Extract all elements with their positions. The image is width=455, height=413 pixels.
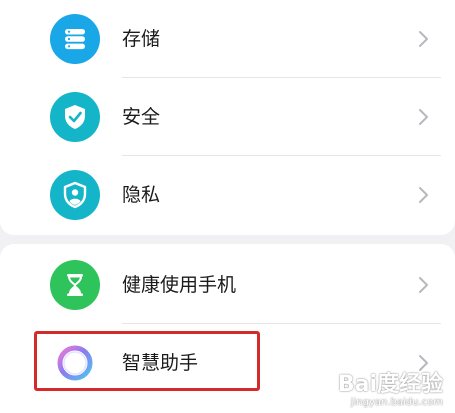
chevron-right-icon xyxy=(419,355,428,371)
hourglass-icon xyxy=(50,260,100,310)
settings-item-storage[interactable]: 存储 xyxy=(0,0,455,78)
storage-icon xyxy=(50,14,100,64)
chevron-right-icon xyxy=(419,277,428,293)
assistant-ring-icon xyxy=(50,338,100,388)
settings-item-digital-balance[interactable]: 健康使用手机 xyxy=(0,246,455,324)
watermark-brand: Bai度经验 xyxy=(337,372,443,397)
shield-check-icon xyxy=(50,92,100,142)
settings-item-label: 存储 xyxy=(122,28,161,50)
privacy-shield-icon xyxy=(50,170,100,220)
chevron-right-icon xyxy=(419,187,428,203)
watermark-url: jingyan.baidu.com xyxy=(350,397,443,408)
watermark: Bai度经验 jingyan.baidu.com xyxy=(338,373,443,409)
settings-item-privacy[interactable]: 隐私 xyxy=(0,156,455,234)
settings-item-label: 智慧助手 xyxy=(122,352,199,374)
chevron-right-icon xyxy=(419,31,428,47)
settings-item-label: 隐私 xyxy=(122,184,161,206)
settings-item-label: 健康使用手机 xyxy=(122,274,237,296)
settings-card-top: 存储 安全 隐私 xyxy=(0,0,455,235)
settings-item-label: 安全 xyxy=(122,106,161,128)
chevron-right-icon xyxy=(419,109,428,125)
settings-item-security[interactable]: 安全 xyxy=(0,78,455,156)
